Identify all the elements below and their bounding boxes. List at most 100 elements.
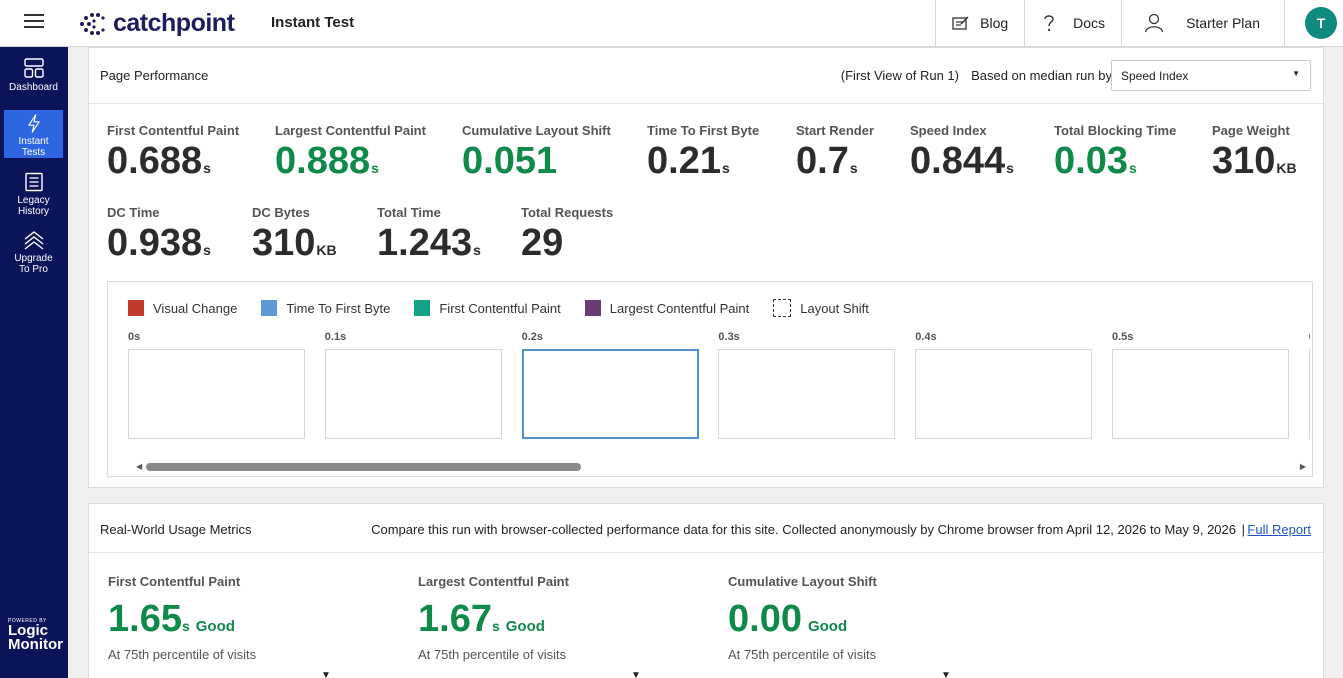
rw-metric-subtext: At 75th percentile of visits	[418, 647, 567, 662]
app-title: Instant Test	[271, 14, 355, 31]
legend-item: Time To First Byte	[261, 300, 390, 316]
metric-label: First Contentful Paint	[107, 123, 240, 138]
metric-value-wrap: 0.688s	[107, 141, 239, 188]
list-icon	[24, 172, 43, 192]
legend-item: Visual Change	[128, 300, 237, 316]
rw-metric-status: Good	[505, 618, 545, 635]
real-world-title: Real-World Usage Metrics	[100, 522, 252, 537]
frame-thumbnail[interactable]	[324, 349, 502, 439]
metric-label: Speed Index	[910, 123, 987, 138]
blog-icon	[952, 16, 969, 30]
legend-swatch	[128, 300, 144, 316]
frame-time: 0s	[128, 331, 141, 343]
top-header: catchpoint Instant Test Blog Docs Starte…	[0, 0, 1343, 47]
metric-label: DC Time	[107, 205, 160, 220]
filmstrip-frame[interactable]: 0s	[128, 331, 305, 439]
metric-value-wrap: 310KB	[1212, 141, 1297, 188]
metric-3: Time To First Byte 0.21s	[647, 123, 759, 188]
rw-metric-value: 0.00	[728, 598, 802, 640]
nav-plan[interactable]: Starter Plan	[1121, 0, 1284, 46]
frame-time: 0.4s	[915, 331, 937, 343]
scroll-left-icon[interactable]: ◀	[136, 462, 142, 471]
frame-time: 0	[1309, 331, 1310, 349]
metric-4: Start Render 0.7s	[796, 123, 874, 188]
metric-value-wrap: 1.243s	[377, 223, 481, 270]
sidebar-item-dashboard[interactable]: Dashboard	[4, 53, 63, 101]
filmstrip-frame[interactable]: 0.5s	[1112, 331, 1289, 439]
page-performance-header: Page Performance (First View of Run 1) B…	[89, 48, 1323, 104]
legend-swatch	[773, 299, 792, 317]
metric-value: 1.243	[377, 222, 473, 264]
expand-arrow-icon[interactable]: ▼	[631, 670, 641, 678]
metric-unit: s	[721, 160, 730, 176]
metric-unit: s	[1128, 160, 1137, 176]
legend-item: Largest Contentful Paint	[584, 300, 749, 316]
filmstrip-frame[interactable]: 0.2s	[521, 331, 699, 439]
metric-value-wrap: 29	[521, 223, 613, 270]
median-run-select-value: Speed Index	[1121, 69, 1189, 83]
metric-row2-3: Total Requests 29	[521, 205, 613, 270]
frame-thumbnail[interactable]	[1308, 349, 1310, 439]
frame-thumbnail[interactable]	[1112, 349, 1289, 439]
rw-metric-value-wrap: 1.67s Good	[418, 599, 569, 639]
median-run-select[interactable]: Speed Index ▼	[1111, 60, 1311, 91]
lightning-icon	[27, 114, 40, 133]
run-info: (First View of Run 1)	[840, 68, 959, 83]
frame-thumbnail[interactable]	[128, 349, 305, 439]
metric-value: 310	[252, 222, 316, 264]
frame-time: 0.1s	[324, 331, 347, 343]
sidebar-label-legacy-history: Legacy History	[17, 195, 50, 217]
metric-value-wrap: 0.051	[462, 141, 611, 188]
filmstrip-scrollbar[interactable]: ◀ ▶	[136, 462, 1306, 472]
frame-thumbnail[interactable]	[521, 349, 699, 439]
legend-swatch	[584, 300, 601, 316]
sidebar-item-upgrade[interactable]: Upgrade To Pro	[4, 226, 63, 278]
rw-metric-label: First Contentful Paint	[108, 574, 241, 589]
metric-label: Page Weight	[1212, 123, 1290, 138]
metric-value-wrap: 0.21s	[647, 141, 759, 188]
top-nav: Blog Docs Starter Plan T	[935, 0, 1343, 46]
description-separator: |	[1241, 522, 1245, 537]
nav-blog[interactable]: Blog	[935, 0, 1024, 46]
logicmonitor-logo: POWERED BY Logic Monitor	[8, 618, 63, 652]
expand-arrow-icon[interactable]: ▼	[321, 670, 331, 678]
hamburger-menu-icon[interactable]	[24, 14, 44, 30]
filmstrip-frame[interactable]: 0	[1308, 331, 1310, 439]
expand-arrow-icon[interactable]: ▼	[941, 670, 951, 678]
metric-7: Page Weight 310KB	[1212, 123, 1297, 188]
sidebar-label-instant-tests: Instant Tests	[18, 136, 49, 158]
page-performance-title: Page Performance	[100, 68, 209, 83]
catchpoint-logo-icon	[80, 12, 105, 35]
metric-row2-0: DC Time 0.938s	[107, 205, 211, 270]
filmstrip-frame[interactable]: 0.4s	[915, 331, 1093, 439]
chevron-down-icon: ▼	[1292, 69, 1300, 78]
filmstrip-frame[interactable]: 0.1s	[324, 331, 502, 439]
metric-label: Total Time	[377, 205, 441, 220]
rw-metric-status: Good	[807, 618, 848, 635]
metric-label: Time To First Byte	[647, 123, 760, 138]
nav-docs[interactable]: Docs	[1024, 0, 1121, 46]
user-avatar[interactable]: T	[1305, 7, 1337, 39]
rw-metric-status: Good	[195, 618, 235, 635]
avatar-area: T	[1284, 0, 1343, 46]
metric-value: 0.688	[107, 140, 203, 182]
frame-thumbnail[interactable]	[915, 349, 1093, 439]
metric-value: 0.888	[275, 140, 371, 182]
rw-metric-subtext: At 75th percentile of visits	[728, 647, 877, 662]
legend-item: Layout Shift	[773, 299, 869, 317]
real-world-description: Compare this run with browser-collected …	[371, 522, 1236, 537]
full-report-link[interactable]: Full Report	[1247, 522, 1311, 537]
rw-metric-1: Largest Contentful Paint 1.67s Good At 75…	[418, 574, 569, 662]
frame-thumbnail[interactable]	[718, 349, 896, 439]
rw-metric-0: First Contentful Paint 1.65s Good At 75th…	[108, 574, 256, 662]
catchpoint-logo[interactable]: catchpoint	[78, 9, 235, 38]
scroll-thumb[interactable]	[146, 463, 581, 471]
filmstrip-frame[interactable]: 0.3s	[718, 331, 896, 439]
scroll-right-icon[interactable]: ▶	[1300, 462, 1306, 471]
metric-value-wrap: 0.844s	[910, 141, 1014, 188]
metric-value-wrap: 310KB	[252, 223, 337, 270]
rw-metric-2: Cumulative Layout Shift 0.00 Good At 75th…	[728, 574, 877, 662]
sidebar-item-instant-tests[interactable]: Instant Tests	[4, 110, 63, 158]
sidebar-item-legacy-history[interactable]: Legacy History	[4, 168, 63, 218]
metric-unit: s	[203, 242, 211, 258]
